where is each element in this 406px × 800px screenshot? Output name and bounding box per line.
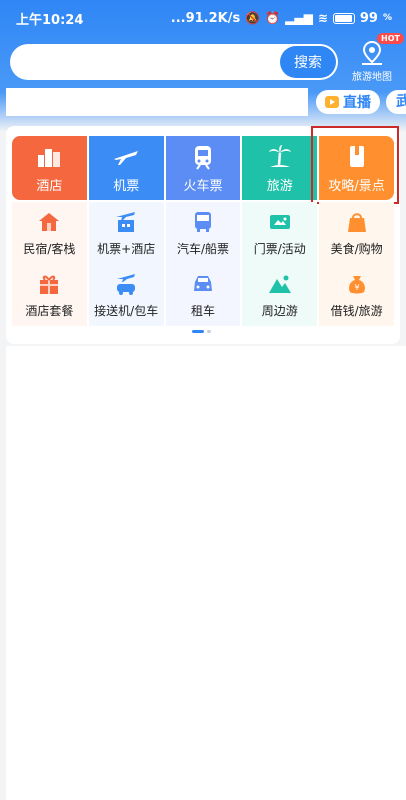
sub-food-shopping[interactable]: 美食/购物 [319, 202, 394, 264]
signal-icon: ▂▄▆ [285, 11, 313, 25]
category-train[interactable]: 火车票 [165, 136, 241, 200]
page-dot [207, 330, 211, 333]
sub-bus-ship[interactable]: 汽车/船票 [165, 202, 241, 264]
sub-tickets[interactable]: 门票/活动 [242, 202, 318, 264]
sub-airport-transfer-label: 接送机/包车 [94, 303, 159, 318]
sub-car-rental-label: 租车 [190, 303, 215, 318]
tab-city[interactable]: 武 [386, 90, 406, 114]
travel-map-label: 旅游地图 [352, 72, 392, 83]
sub-flight-hotel[interactable]: 机票+酒店 [88, 202, 164, 264]
sub-flight-hotel-label: 机票+酒店 [97, 241, 156, 256]
battery-level: 99 [359, 10, 378, 26]
svg-text:¥: ¥ [354, 283, 359, 292]
bell-icon: 🔕 [245, 11, 261, 25]
hot-badge: HOT [377, 33, 404, 44]
homestay-icon [39, 212, 60, 231]
hotel-package-icon [40, 275, 59, 294]
alarm-icon: ⏰ [265, 11, 281, 25]
search-row: 搜索 旅游地图 HOT [10, 33, 404, 83]
content-area [6, 346, 406, 800]
sub-homestay[interactable]: 民宿/客栈 [12, 202, 87, 264]
airport-transfer-icon [117, 273, 136, 295]
flight-hotel-icon [116, 211, 136, 232]
shopping-bag-icon [347, 212, 366, 232]
category-travel-label: 旅游 [266, 178, 293, 194]
money-bag-icon: ¥ [348, 275, 365, 293]
network-speed: ...91.2K/s [170, 10, 241, 26]
tab-live[interactable]: 直播 [316, 90, 380, 114]
train-icon [194, 145, 211, 170]
play-icon [325, 96, 339, 108]
sub-hotel-package[interactable]: 酒店套餐 [12, 264, 87, 326]
sub-homestay-label: 民宿/客栈 [23, 241, 76, 256]
highlight-box [311, 126, 399, 204]
page-dot-active [192, 330, 204, 333]
status-icons: ...91.2K/s 🔕 ⏰ ▂▄▆ ≋ 99% [170, 10, 392, 26]
sub-food-shopping-label: 美食/购物 [330, 241, 383, 256]
bus-icon [194, 211, 211, 232]
tab-scroll-area[interactable] [6, 88, 308, 116]
category-hotel[interactable]: 酒店 [12, 136, 87, 200]
sub-tickets-label: 门票/活动 [253, 241, 306, 256]
category-train-label: 火车票 [183, 178, 223, 194]
search-button[interactable]: 搜索 [280, 46, 336, 78]
page-indicator [192, 330, 211, 333]
status-bar: 上午10:24 ...91.2K/s 🔕 ⏰ ▂▄▆ ≋ 99% [0, 0, 406, 36]
sub-nearby-trips[interactable]: 周边游 [242, 264, 318, 326]
category-flight-label: 机票 [113, 178, 140, 194]
tab-row: 直播 武 [6, 88, 406, 116]
category-flight[interactable]: 机票 [88, 136, 164, 200]
ticket-icon [269, 214, 290, 229]
sub-loan-travel[interactable]: ¥ 借钱/旅游 [319, 264, 394, 326]
sub-category-grid: 民宿/客栈 机票+酒店 汽车/船票 门票/活动 美食/购物 酒店套餐 接送机/包… [12, 202, 394, 326]
tab-live-label: 直播 [343, 95, 371, 111]
category-travel[interactable]: 旅游 [242, 136, 318, 200]
mountain-icon [268, 275, 291, 293]
category-card: 酒店 机票 火车票 旅游 攻略/景点 民宿/客栈 机票+酒店 汽车/船票 门票/… [6, 126, 400, 344]
sub-car-rental[interactable]: 租车 [165, 264, 241, 326]
sub-hotel-package-label: 酒店套餐 [25, 303, 74, 318]
sub-airport-transfer[interactable]: 接送机/包车 [88, 264, 164, 326]
category-hotel-label: 酒店 [36, 178, 63, 194]
battery-icon [332, 12, 355, 24]
wifi-icon: ≋ [317, 11, 328, 25]
plane-icon [114, 150, 139, 165]
sub-nearby-trips-label: 周边游 [261, 303, 298, 318]
hotel-icon [38, 148, 61, 167]
status-time: 上午10:24 [16, 12, 84, 28]
sub-bus-ship-label: 汽车/船票 [176, 241, 230, 256]
map-pin-icon [362, 40, 382, 65]
travel-map-button[interactable]: 旅游地图 HOT [346, 33, 404, 83]
sub-loan-travel-label: 借钱/旅游 [330, 303, 383, 318]
palm-tree-icon [268, 144, 291, 167]
search-input[interactable]: 搜索 [10, 44, 338, 80]
car-icon [193, 275, 212, 291]
